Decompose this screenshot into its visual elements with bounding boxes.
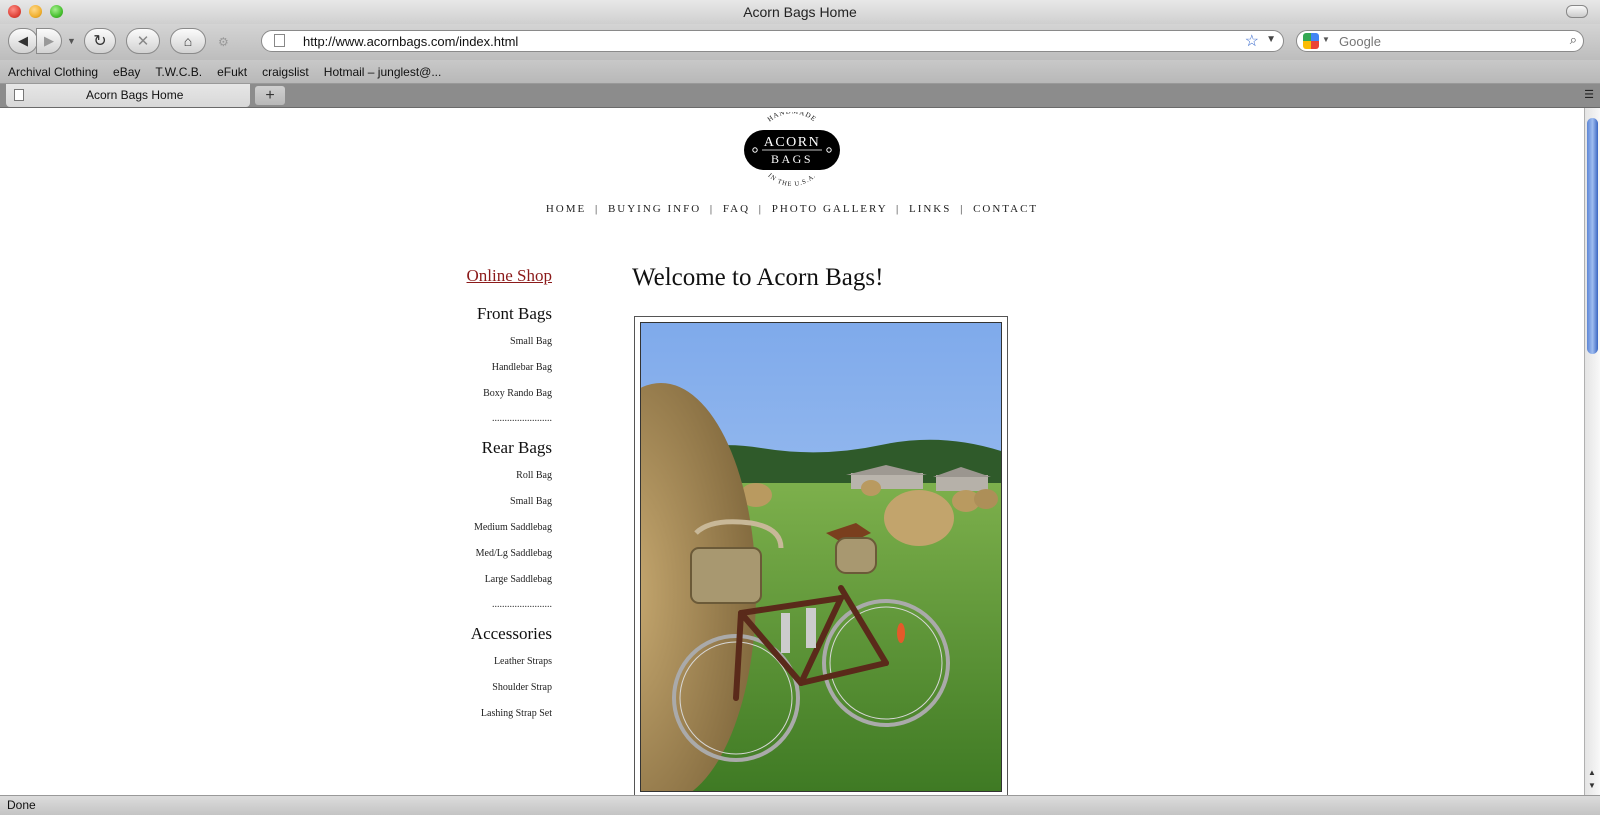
sidebar-divider: ........................: [492, 599, 552, 610]
sidebar-item-roll-bag[interactable]: Roll Bag: [352, 470, 552, 481]
logo-bottom-text: IN THE U.S.A.: [766, 172, 816, 188]
scroll-thumb[interactable]: [1587, 118, 1598, 354]
sidebar-item-medium-saddlebag[interactable]: Medium Saddlebag: [352, 522, 552, 533]
page-title: Welcome to Acorn Bags!: [632, 264, 884, 291]
bookmark-star-icon[interactable]: ☆: [1245, 31, 1259, 51]
sidebar-item-handlebar-bag[interactable]: Handlebar Bag: [352, 362, 552, 373]
home-button[interactable]: ⌂: [170, 28, 206, 54]
nav-buying-info[interactable]: BUYING INFO: [608, 203, 701, 215]
logo-top-text: HANDMADE: [766, 112, 817, 123]
nav-contact[interactable]: CONTACT: [973, 203, 1038, 215]
status-bar: Done: [0, 795, 1600, 815]
search-input[interactable]: [1337, 33, 1561, 50]
sidebar-item-rear-small-bag[interactable]: Small Bag: [352, 496, 552, 507]
close-window-button[interactable]: [8, 5, 21, 18]
nav-separator: |: [709, 203, 715, 215]
back-button[interactable]: ◀: [8, 28, 38, 54]
sidebar-item-leather-straps[interactable]: Leather Straps: [352, 656, 552, 667]
acorn-bags-logo[interactable]: HANDMADE ACORN BAGS IN THE U.S.A.: [742, 112, 842, 188]
search-engine-dropdown-icon[interactable]: ▼: [1322, 35, 1330, 44]
page-icon: [274, 34, 285, 47]
site-navigation: HOME | BUYING INFO | FAQ | PHOTO GALLERY…: [0, 203, 1584, 215]
toolbar-toggle-button[interactable]: [1566, 5, 1588, 18]
bicycle-hayfield-photo: [640, 322, 1002, 792]
photo-frame: [634, 316, 1008, 795]
status-text: Done: [7, 798, 36, 812]
scroll-down-arrow-icon[interactable]: ▼: [1588, 781, 1596, 790]
nav-separator: |: [896, 203, 901, 215]
forward-arrow-icon: ▶: [44, 33, 54, 48]
sidebar-item-med-lg-saddlebag[interactable]: Med/Lg Saddlebag: [352, 548, 552, 559]
search-icon[interactable]: ⌕: [1570, 32, 1577, 48]
loading-throbber-icon: ⚙: [218, 35, 229, 49]
page-icon: [14, 89, 24, 101]
navigation-toolbar: ◀ ▶ ▼ ↻ ✕ ⌂ ⚙ http://www.acornbags.com/i…: [0, 24, 1600, 60]
sidebar-item-large-saddlebag[interactable]: Large Saddlebag: [352, 574, 552, 585]
front-bags-heading: Front Bags: [476, 304, 552, 323]
url-dropdown-icon[interactable]: ▼: [1266, 34, 1276, 45]
minimize-window-button[interactable]: [29, 5, 42, 18]
tab-strip: Acorn Bags Home + ☰: [0, 84, 1600, 108]
search-bar[interactable]: ▼ ⌕: [1296, 30, 1584, 52]
shop-sidebar: Online Shop Front Bags Small Bag Handleb…: [352, 266, 552, 719]
nav-photo-gallery[interactable]: PHOTO GALLERY: [772, 203, 888, 215]
svg-text:HANDMADE: HANDMADE: [766, 112, 818, 123]
bookmark-archival-clothing[interactable]: Archival Clothing: [8, 65, 98, 79]
home-icon: ⌂: [183, 33, 193, 49]
stop-button[interactable]: ✕: [126, 28, 160, 54]
sidebar-divider: ........................: [492, 413, 552, 424]
tab-list-icon[interactable]: ☰: [1584, 88, 1594, 101]
page-content: HANDMADE ACORN BAGS IN THE U.S.A. HOME |…: [0, 108, 1584, 795]
url-bar[interactable]: http://www.acornbags.com/index.html ☆ ▼: [261, 30, 1284, 52]
forward-button[interactable]: ▶: [36, 28, 62, 54]
sidebar-item-lashing-strap-set[interactable]: Lashing Strap Set: [352, 708, 552, 719]
rear-bags-heading: Rear Bags: [481, 438, 552, 457]
back-arrow-icon: ◀: [18, 33, 28, 48]
stop-icon: ✕: [136, 33, 150, 50]
window-titlebar: Acorn Bags Home: [0, 0, 1600, 24]
window-title: Acorn Bags Home: [743, 4, 857, 20]
nav-faq[interactable]: FAQ: [723, 203, 750, 215]
online-shop-link[interactable]: Online Shop: [352, 266, 552, 286]
url-text[interactable]: http://www.acornbags.com/index.html: [303, 34, 518, 49]
logo-line1: ACORN: [764, 135, 821, 150]
reload-icon: ↻: [93, 33, 107, 50]
bookmark-efukt[interactable]: eFukt: [217, 65, 247, 79]
history-dropdown-icon[interactable]: ▼: [67, 36, 76, 46]
sidebar-item-boxy-rando-bag[interactable]: Boxy Rando Bag: [352, 388, 552, 399]
tab-title: Acorn Bags Home: [86, 88, 184, 102]
bookmark-twcb[interactable]: T.W.C.B.: [155, 65, 202, 79]
nav-separator: |: [960, 203, 965, 215]
zoom-window-button[interactable]: [50, 5, 63, 18]
new-tab-button[interactable]: +: [255, 86, 285, 105]
google-icon[interactable]: [1303, 33, 1319, 49]
nav-separator: |: [758, 203, 763, 215]
scroll-up-arrow-icon[interactable]: ▲: [1588, 768, 1596, 777]
nav-links[interactable]: LINKS: [909, 203, 951, 215]
vertical-scrollbar[interactable]: ▲ ▼: [1584, 108, 1600, 795]
accessories-heading: Accessories: [470, 624, 552, 643]
bookmark-craigslist[interactable]: craigslist: [262, 65, 309, 79]
bookmarks-bar: Archival Clothing eBay T.W.C.B. eFukt cr…: [0, 60, 1600, 84]
nav-home[interactable]: HOME: [546, 203, 586, 215]
svg-text:IN THE U.S.A.: IN THE U.S.A.: [766, 172, 817, 188]
sidebar-item-small-bag[interactable]: Small Bag: [352, 336, 552, 347]
reload-button[interactable]: ↻: [84, 28, 116, 54]
logo-line2: BAGS: [771, 152, 813, 166]
sidebar-item-shoulder-strap[interactable]: Shoulder Strap: [352, 682, 552, 693]
tab-acorn-bags-home[interactable]: Acorn Bags Home: [6, 84, 250, 107]
bookmark-ebay[interactable]: eBay: [113, 65, 140, 79]
nav-separator: |: [594, 203, 600, 215]
bookmark-hotmail[interactable]: Hotmail – junglest@...: [324, 65, 442, 79]
